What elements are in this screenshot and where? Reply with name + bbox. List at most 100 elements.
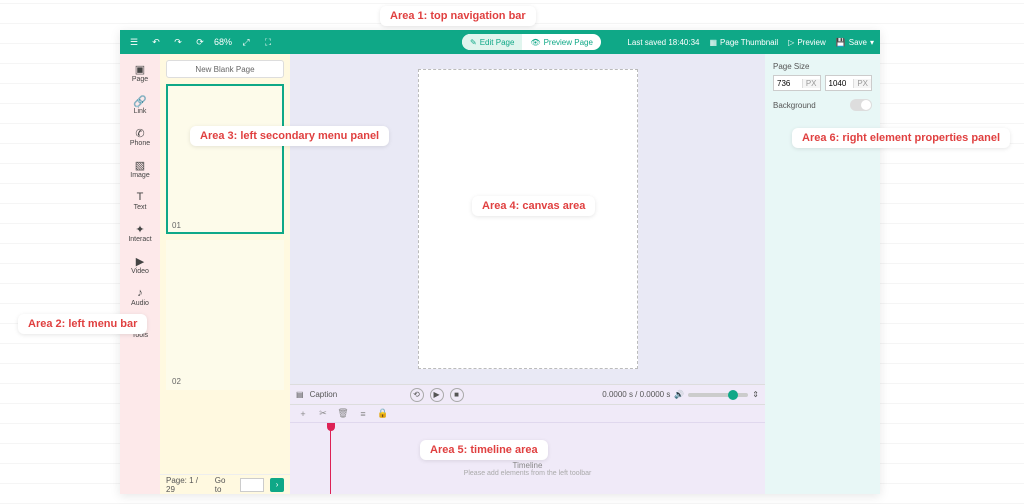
page-thumbnail-button[interactable]: ▦ Page Thumbnail [709, 38, 778, 47]
leftbar-item-video[interactable]: ▶Video [122, 250, 158, 280]
leftbar-item-phone[interactable]: ✆Phone [122, 122, 158, 152]
caption-icon: ▤ [296, 390, 304, 399]
timeline-tools: + ✂ 🗑 ≡ 🔒 [290, 405, 765, 423]
tool-list-icon[interactable]: ≡ [356, 407, 370, 421]
refresh-icon[interactable]: ⟳ [192, 34, 208, 50]
btn-label: Page Thumbnail [720, 38, 778, 47]
rewind-button[interactable]: ⟲ [410, 388, 424, 402]
canvas[interactable] [418, 69, 638, 369]
canvas-area [290, 54, 765, 384]
leftbar-label: Interact [128, 236, 151, 243]
text-icon: T [133, 191, 147, 203]
page-size-label: Page Size [773, 62, 872, 71]
interact-icon: ✦ [133, 223, 147, 235]
pencil-icon: ✎ [470, 38, 477, 47]
tool-add-icon[interactable]: + [296, 407, 310, 421]
redo-icon[interactable]: ↷ [170, 34, 186, 50]
leftbar-item-image[interactable]: ▧Image [122, 154, 158, 184]
play-button[interactable]: ▶ [430, 388, 444, 402]
expand-icon[interactable]: ⤢ [238, 34, 254, 50]
tab-label: Edit Page [480, 38, 515, 47]
background-label: Background [773, 101, 816, 110]
menu-icon[interactable]: ☰ [126, 34, 142, 50]
eye-icon: 👁 [530, 38, 540, 47]
page-thumb-2[interactable]: 02 [166, 240, 284, 390]
tab-label: Preview Page [544, 38, 593, 47]
mode-toggle: ✎ Edit Page 👁 Preview Page [462, 34, 601, 50]
leftbar-label: Phone [130, 140, 150, 147]
annotation-area5: Area 5: timeline area [420, 440, 548, 460]
leftbar-label: Page [132, 76, 148, 83]
thumb-number: 01 [172, 221, 181, 230]
timeline-empty-sub: Please add elements from the left toolba… [464, 470, 592, 477]
timeline-area: ▤ Caption ⟲ ▶ ■ 0.0000 s / 0.0000 s 🔊 ⇕ [290, 384, 765, 494]
app-body: ▣Page 🔗Link ✆Phone ▧Image TText ✦Interac… [120, 54, 880, 494]
height-input[interactable] [826, 79, 854, 88]
time-text: 0.0000 s / 0.0000 s [602, 390, 670, 399]
top-navigation-bar: ☰ ↶ ↷ ⟳ 68% ⤢ ⛶ ✎ Edit Page 👁 Preview Pa… [120, 30, 880, 54]
timeline-time: 0.0000 s / 0.0000 s 🔊 ⇕ [602, 390, 759, 399]
timeline-empty-title: Timeline [464, 461, 592, 470]
tab-edit-page[interactable]: ✎ Edit Page [462, 34, 522, 50]
annotation-area1: Area 1: top navigation bar [380, 6, 536, 26]
thumb-number: 02 [172, 377, 181, 386]
undo-icon[interactable]: ↶ [148, 34, 164, 50]
tool-delete-icon[interactable]: 🗑 [336, 407, 350, 421]
leftbar-label: Audio [131, 300, 149, 307]
width-input[interactable] [774, 79, 802, 88]
zoom-level[interactable]: 68% [214, 37, 232, 47]
stop-button[interactable]: ■ [450, 388, 464, 402]
tool-lock-icon[interactable]: 🔒 [376, 407, 390, 421]
height-field: PX [825, 75, 873, 91]
caption-label: Caption [310, 390, 338, 399]
preview-button[interactable]: ▷ Preview [788, 38, 826, 47]
play-icon: ▷ [788, 38, 794, 47]
leftbar-label: Link [134, 108, 147, 115]
leftbar-item-text[interactable]: TText [122, 186, 158, 216]
sound-icon[interactable]: 🔊 [674, 390, 684, 399]
width-field: PX [773, 75, 821, 91]
grid-icon: ▦ [709, 38, 717, 47]
save-icon: 💾 [836, 38, 846, 47]
last-saved-label: Last saved 18:40:34 [627, 38, 699, 47]
app-window: ☰ ↶ ↷ ⟳ 68% ⤢ ⛶ ✎ Edit Page 👁 Preview Pa… [120, 30, 880, 494]
leftbar-label: Video [131, 268, 149, 275]
left-secondary-panel: New Blank Page 01 02 Page: 1 / 29 Go to … [160, 54, 290, 494]
unit-label: PX [853, 79, 871, 88]
playhead[interactable] [330, 423, 331, 494]
unit-label: PX [802, 79, 820, 88]
annotation-area4: Area 4: canvas area [472, 196, 595, 216]
background-toggle[interactable] [850, 99, 872, 111]
page-count-label: Page: 1 / 29 [166, 476, 209, 494]
page-icon: ▣ [133, 63, 147, 75]
annotation-area3: Area 3: left secondary menu panel [190, 126, 389, 146]
annotation-area6: Area 6: right element properties panel [792, 128, 1010, 148]
annotation-area2: Area 2: left menu bar [18, 314, 147, 334]
tool-cut-icon[interactable]: ✂ [316, 407, 330, 421]
timeline-header: ▤ Caption ⟲ ▶ ■ 0.0000 s / 0.0000 s 🔊 ⇕ [290, 385, 765, 405]
leftbar-item-page[interactable]: ▣Page [122, 58, 158, 88]
audio-icon: ♪ [133, 287, 147, 299]
page-thumb-1[interactable]: 01 [166, 84, 284, 234]
leftbar-label: Image [130, 172, 149, 179]
phone-icon: ✆ [133, 127, 147, 139]
collapse-icon[interactable]: ⇕ [752, 390, 759, 399]
image-icon: ▧ [133, 159, 147, 171]
leftbar-item-audio[interactable]: ♪Audio [122, 282, 158, 312]
goto-button[interactable]: › [270, 478, 284, 492]
link-icon: 🔗 [133, 95, 147, 107]
leftbar-label: Text [134, 204, 147, 211]
chevron-down-icon: ▾ [870, 38, 874, 47]
goto-input[interactable] [240, 478, 264, 492]
save-button[interactable]: 💾 Save ▾ [836, 38, 874, 47]
left-menu-bar: ▣Page 🔗Link ✆Phone ▧Image TText ✦Interac… [120, 54, 160, 494]
fullscreen-icon[interactable]: ⛶ [260, 34, 276, 50]
center-area: ▤ Caption ⟲ ▶ ■ 0.0000 s / 0.0000 s 🔊 ⇕ [290, 54, 765, 494]
tab-preview-page[interactable]: 👁 Preview Page [522, 34, 601, 50]
leftbar-item-link[interactable]: 🔗Link [122, 90, 158, 120]
btn-label: Save [849, 38, 867, 47]
right-properties-panel: Page Size PX PX Background [765, 54, 880, 494]
leftbar-item-interact[interactable]: ✦Interact [122, 218, 158, 248]
new-blank-page-button[interactable]: New Blank Page [166, 60, 284, 78]
zoom-slider[interactable] [688, 393, 748, 397]
